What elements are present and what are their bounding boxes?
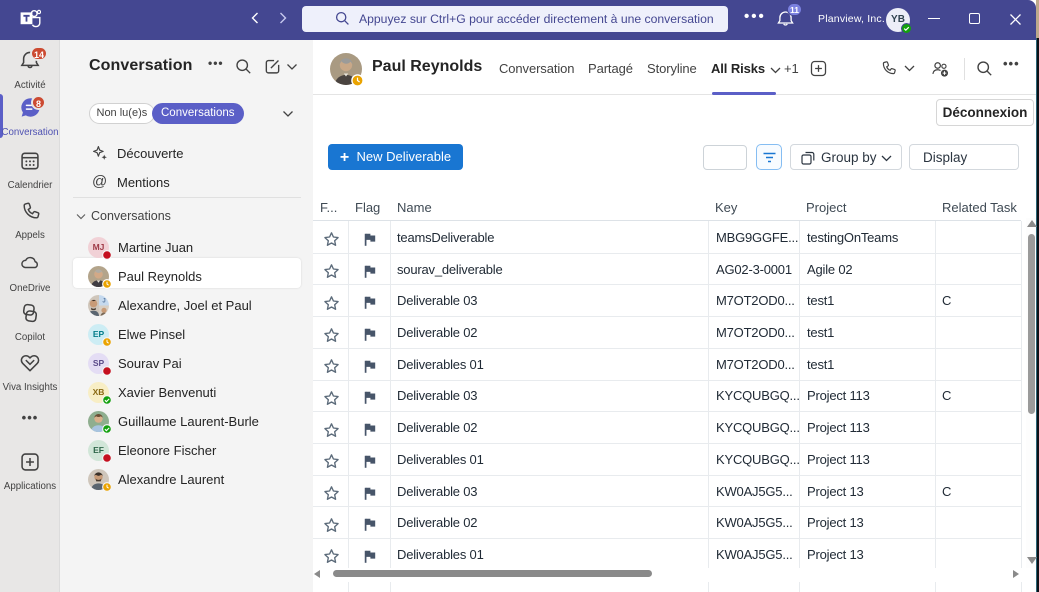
svg-text:J: J bbox=[102, 299, 105, 305]
